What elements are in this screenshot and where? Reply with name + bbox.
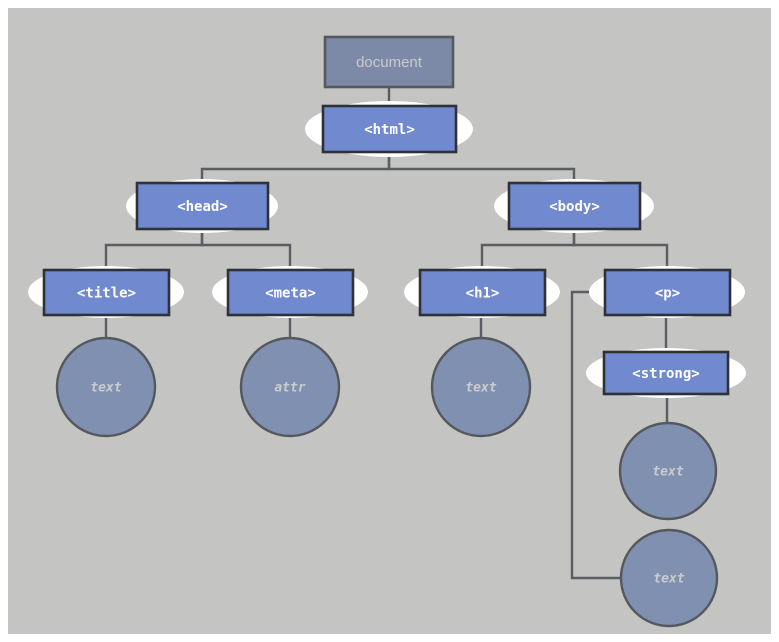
node-label-h1-text: text (465, 381, 496, 396)
node-p[interactable]: <p> (603, 268, 732, 317)
node-meta-attr[interactable]: attr (239, 336, 341, 438)
node-label-p: <p> (655, 286, 680, 302)
node-label-strong-text: text (652, 465, 683, 480)
node-meta[interactable]: <meta> (226, 268, 355, 317)
node-label-title-text: text (90, 381, 121, 396)
node-label-body: <body> (549, 199, 600, 215)
dom-tree-diagram: document <html> <head> <body> <title> <meta> <… (0, 0, 779, 642)
node-h1-text[interactable]: text (430, 336, 532, 438)
dom-tree-canvas: document <html> <head> <body> <title> <meta> <… (8, 8, 771, 634)
node-document[interactable]: document (323, 35, 455, 89)
node-label-head: <head> (177, 199, 228, 215)
node-body[interactable]: <body> (507, 181, 642, 231)
node-label-meta-attr: attr (274, 381, 305, 396)
node-label-p-text: text (653, 572, 684, 587)
node-h1[interactable]: <h1> (418, 268, 547, 317)
node-title-text[interactable]: text (55, 336, 157, 438)
node-label-strong: <strong> (632, 366, 699, 382)
node-title[interactable]: <title> (42, 268, 171, 317)
node-p-text[interactable]: text (619, 528, 719, 628)
node-label-html: <html> (364, 122, 415, 138)
node-strong[interactable]: <strong> (602, 350, 730, 396)
node-label-title: <title> (77, 286, 136, 302)
node-label-document: document (356, 54, 423, 71)
node-head[interactable]: <head> (135, 181, 270, 231)
node-label-h1: <h1> (466, 286, 500, 302)
node-label-meta: <meta> (265, 286, 316, 302)
node-strong-text[interactable]: text (618, 421, 718, 521)
node-html[interactable]: <html> (321, 104, 458, 154)
